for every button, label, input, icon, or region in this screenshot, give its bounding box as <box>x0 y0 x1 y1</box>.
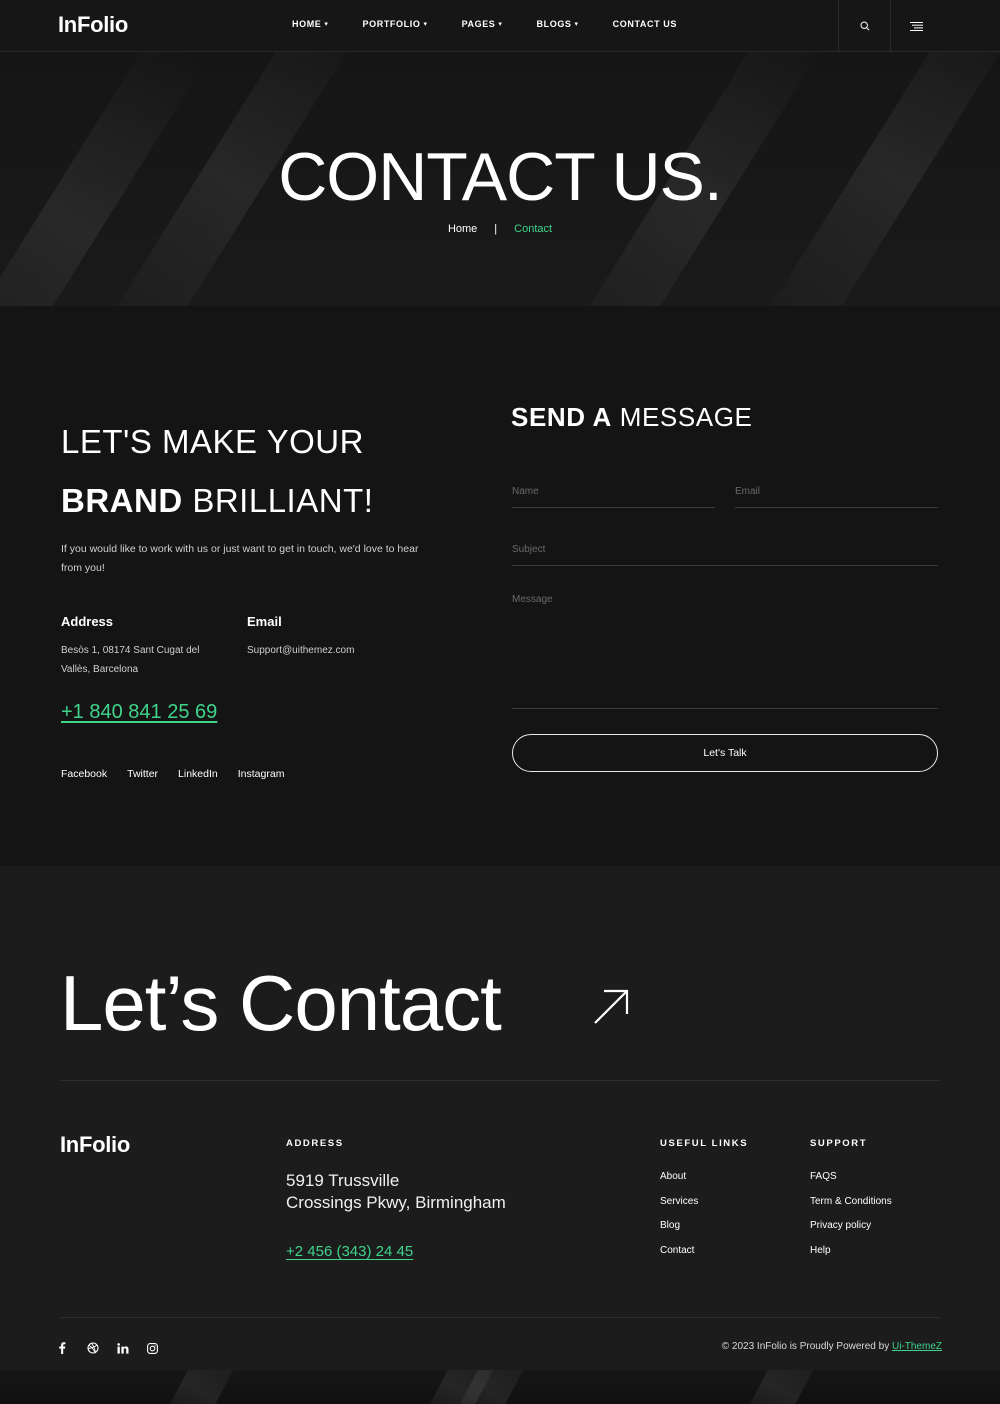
footer-link-terms[interactable]: Term & Conditions <box>810 1196 892 1221</box>
support-links-list: FAQS Term & Conditions Privacy policy He… <box>810 1171 892 1269</box>
footer-address-line-2: Crossings Pkwy, Birmingham <box>286 1193 506 1212</box>
contact-heading: LET'S MAKE YOUR BRAND BRILLIANT! <box>61 412 441 530</box>
breadcrumb: Home | Contact <box>0 223 1000 235</box>
form-title: SEND A MESSAGE <box>511 402 939 433</box>
page-hero: CONTACT US. Home | Contact <box>0 52 1000 306</box>
copyright-link[interactable]: Ui-ThemeZ <box>892 1341 942 1352</box>
footer-address-title: ADDRESS <box>286 1138 344 1149</box>
dribbble-icon[interactable] <box>87 1340 117 1356</box>
nav-item-contact-us[interactable]: CONTACT US <box>613 19 677 29</box>
address-block: Address Besòs 1, 08174 Sant Cugat del Va… <box>61 614 247 679</box>
footer-phone-link[interactable]: +2 456 (343) 24 45 <box>286 1243 413 1260</box>
heading-line-1: LET'S MAKE YOUR <box>61 423 364 460</box>
contact-form: SEND A MESSAGE Let's Talk <box>511 402 939 772</box>
footer-address-line-1: 5919 Trussville <box>286 1171 400 1190</box>
contact-details: Address Besòs 1, 08174 Sant Cugat del Va… <box>61 614 441 679</box>
social-links: Facebook Twitter LinkedIn Instagram <box>61 768 441 780</box>
nav-item-label: CONTACT US <box>612 19 678 29</box>
nav-item-label: BLOGS <box>536 19 572 29</box>
footer-bottom-band <box>0 1370 1000 1404</box>
linkedin-icon[interactable] <box>117 1340 147 1356</box>
page-title: CONTACT US. <box>278 139 723 215</box>
email-input[interactable] <box>735 476 938 508</box>
email-text[interactable]: Support@uithemez.com <box>247 641 433 660</box>
main-nav: HOME ▾ PORTFOLIO ▾ PAGES ▾ BLOGS ▾ CONTA… <box>292 19 711 29</box>
footer-social-icons <box>57 1340 177 1356</box>
breadcrumb-home-link[interactable]: Home <box>448 223 477 235</box>
footer-link-help[interactable]: Help <box>810 1245 892 1270</box>
chevron-down-icon: ▾ <box>423 21 428 28</box>
email-label: Email <box>247 614 282 629</box>
heading-rest: BRILLIANT! <box>182 482 374 519</box>
chevron-down-icon: ▾ <box>574 21 579 28</box>
nav-item-home[interactable]: HOME ▾ <box>292 19 329 29</box>
useful-links-title: USEFUL LINKS <box>660 1138 749 1149</box>
social-link-instagram[interactable]: Instagram <box>238 768 285 780</box>
footer-link-faqs[interactable]: FAQS <box>810 1171 892 1196</box>
search-button[interactable] <box>838 0 890 52</box>
footer-background-streak <box>734 1370 826 1404</box>
nav-item-label: PORTFOLIO <box>362 19 421 29</box>
subject-input[interactable] <box>512 534 938 566</box>
address-label: Address <box>61 614 114 629</box>
footer-address: 5919 Trussville Crossings Pkwy, Birmingh… <box>286 1170 506 1214</box>
email-block: Email Support@uithemez.com <box>247 614 433 679</box>
arrow-up-right-icon[interactable] <box>592 988 630 1026</box>
breadcrumb-separator: | <box>494 223 498 235</box>
footer-divider <box>60 1080 940 1081</box>
breadcrumb-current: Contact <box>514 223 553 235</box>
nav-item-label: HOME <box>292 19 322 29</box>
footer-link-services[interactable]: Services <box>660 1196 698 1221</box>
copyright-text: © 2023 InFolio is Proudly Powered by <box>721 1341 892 1352</box>
nav-item-portfolio[interactable]: PORTFOLIO ▾ <box>363 19 428 29</box>
form-title-bold: SEND A <box>511 402 612 432</box>
footer-logo[interactable]: InFolio <box>60 1132 130 1158</box>
instagram-icon[interactable] <box>147 1340 177 1356</box>
footer-link-about[interactable]: About <box>660 1171 698 1196</box>
social-link-facebook[interactable]: Facebook <box>61 768 107 780</box>
menu-button[interactable] <box>890 0 942 52</box>
footer-link-blog[interactable]: Blog <box>660 1220 698 1245</box>
lets-contact-cta[interactable]: Let’s Contact <box>60 964 502 1042</box>
nav-item-label: PAGES <box>461 19 496 29</box>
hamburger-menu-icon <box>910 21 923 31</box>
chevron-down-icon: ▾ <box>324 21 329 28</box>
heading-bold-word: BRAND <box>61 482 183 519</box>
contact-info: LET'S MAKE YOUR BRAND BRILLIANT! If you … <box>61 418 441 780</box>
copyright: © 2023 InFolio is Proudly Powered by Ui-… <box>722 1341 942 1352</box>
facebook-icon[interactable] <box>57 1340 87 1356</box>
submit-button[interactable]: Let's Talk <box>512 734 938 772</box>
chevron-down-icon: ▾ <box>498 21 503 28</box>
support-title: SUPPORT <box>810 1138 868 1149</box>
navbar: InFolio HOME ▾ PORTFOLIO ▾ PAGES ▾ BLOGS… <box>0 0 1000 52</box>
footer-link-contact[interactable]: Contact <box>660 1245 698 1270</box>
nav-item-pages[interactable]: PAGES ▾ <box>462 19 503 29</box>
intro-text: If you would like to work with us or jus… <box>61 543 419 574</box>
name-input[interactable] <box>512 476 715 508</box>
social-link-twitter[interactable]: Twitter <box>127 768 158 780</box>
message-textarea[interactable] <box>512 594 938 709</box>
useful-links-list: About Services Blog Contact <box>660 1171 698 1269</box>
address-text: Besòs 1, 08174 Sant Cugat del Vallès, Ba… <box>61 645 200 675</box>
nav-item-blogs[interactable]: BLOGS ▾ <box>537 19 579 29</box>
social-link-linkedin[interactable]: LinkedIn <box>178 768 218 780</box>
footer-divider <box>60 1317 940 1318</box>
search-icon <box>859 21 870 31</box>
form-title-rest: MESSAGE <box>611 402 753 432</box>
footer: Let’s Contact InFolio ADDRESS 5919 Truss… <box>0 866 1000 1404</box>
footer-background-streak <box>154 1370 246 1404</box>
footer-link-privacy[interactable]: Privacy policy <box>810 1220 892 1245</box>
logo[interactable]: InFolio <box>58 12 128 38</box>
phone-link[interactable]: +1 840 841 25 69 <box>61 701 217 724</box>
